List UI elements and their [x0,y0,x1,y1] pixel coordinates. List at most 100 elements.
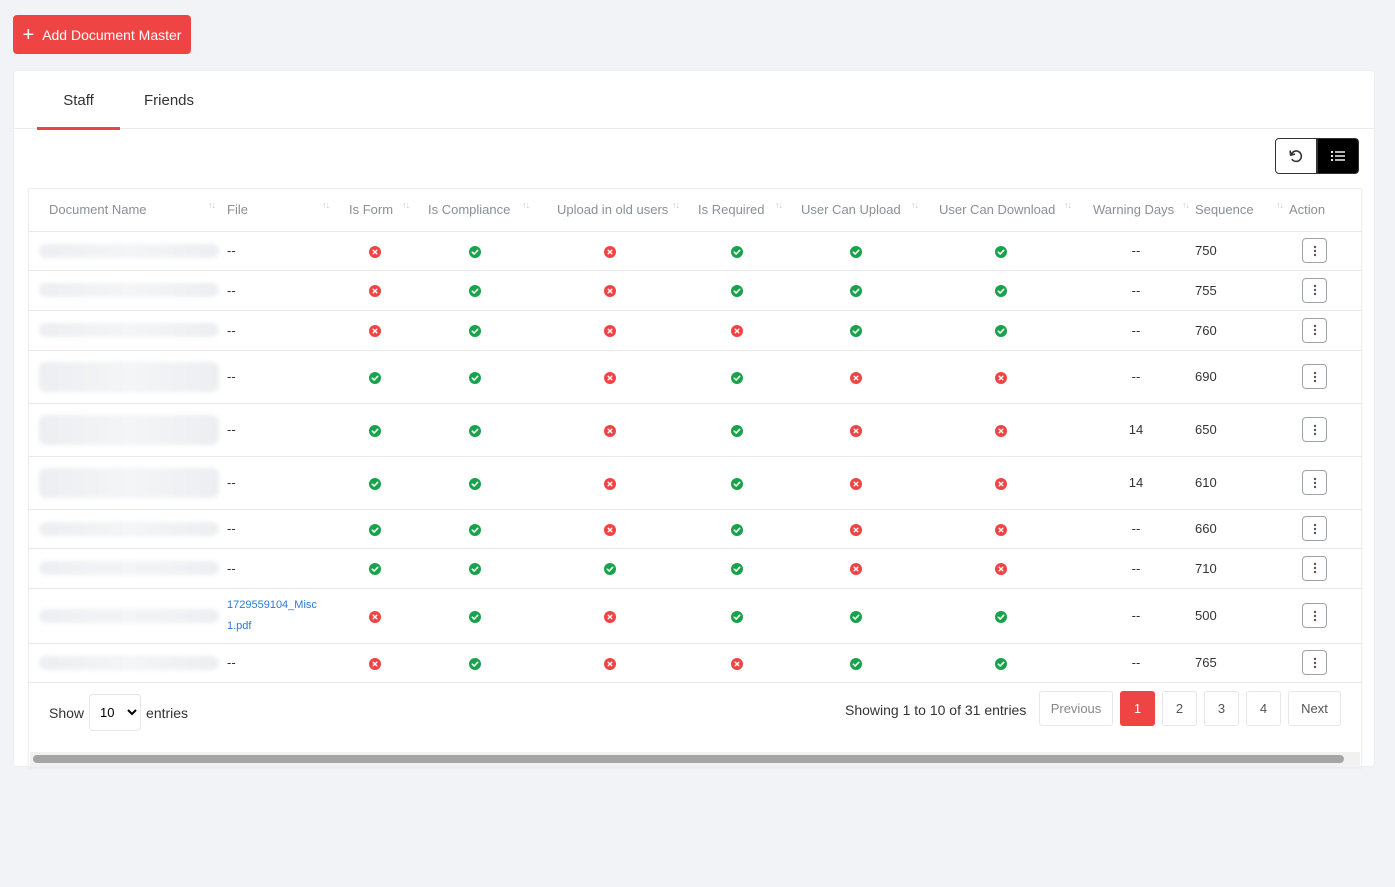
x-circle-icon [730,325,743,338]
file-link-part: 1729559104_Misc [227,598,317,611]
add-document-master-button[interactable]: + Add Document Master [13,15,191,54]
check-circle-icon [730,563,743,576]
page-1-button[interactable]: 1 [1120,691,1155,726]
row-actions-button[interactable] [1302,238,1327,263]
check-circle-icon [469,424,481,437]
sequence-value: 690 [1195,369,1217,384]
is-required-cell [685,231,788,271]
row-actions-button[interactable] [1302,516,1327,541]
sort-icon[interactable]: ↑↓ [1276,200,1284,210]
can-upload-cell [788,548,924,589]
column-list-button[interactable] [1317,138,1359,174]
is-form-cell [335,310,415,351]
table-row: -- -- 750 [29,231,1362,271]
column-header[interactable]: User Can Upload ↑↓ [788,189,924,232]
row-actions-button[interactable] [1302,650,1327,675]
sort-icon[interactable]: ↑↓ [402,200,410,210]
check-circle-icon [469,371,481,384]
file-value: -- [227,322,236,338]
column-header[interactable]: Is Required ↑↓ [685,189,788,232]
sort-icon[interactable]: ↑↓ [208,200,216,210]
horizontal-scrollbar[interactable] [30,752,1360,766]
tab-staff[interactable]: Staff [37,71,120,130]
previous-page-button[interactable]: Previous [1039,691,1113,726]
table-row: -- -- 690 [29,350,1362,404]
is-compliance-cell [415,548,535,589]
table-row: -- -- 710 [29,548,1362,589]
sequence-cell: 755 [1195,270,1289,311]
column-header[interactable]: Is Form ↑↓ [335,189,415,232]
scrollbar-thumb[interactable] [33,755,1344,763]
sort-icon[interactable]: ↑↓ [1182,200,1190,210]
page-2-button[interactable]: 2 [1162,691,1197,726]
check-circle-icon [604,563,616,576]
file-cell: -- [221,403,335,457]
warning-days-value: -- [1131,560,1141,576]
table-footer: Show 10 entries Showing 1 to 10 of 31 en… [29,680,1361,740]
next-page-button[interactable]: Next [1288,691,1341,726]
redacted-document-name [39,561,219,575]
can-download-cell [924,270,1077,311]
is-required-cell [685,643,788,683]
sort-icon[interactable]: ↑↓ [1064,200,1072,210]
refresh-button[interactable] [1275,138,1317,174]
row-actions-button[interactable] [1302,277,1327,303]
can-download-cell [924,310,1077,351]
column-header[interactable]: Warning Days ↑↓ [1077,189,1195,232]
file-cell: -- [221,231,335,271]
warning-days-value: -- [1131,521,1141,536]
sort-icon[interactable]: ↑↓ [522,200,530,210]
row-actions-button[interactable] [1302,555,1327,581]
check-circle-icon [730,477,743,490]
column-header[interactable]: File ↑↓ [221,189,335,232]
x-circle-icon [994,371,1007,384]
column-header[interactable]: User Can Download ↑↓ [924,189,1077,232]
is-form-cell [335,643,415,683]
document-name-cell [29,643,221,683]
can-download-cell [924,548,1077,589]
page-size-select[interactable]: 10 [89,694,142,731]
sequence-value: 750 [1195,243,1217,258]
row-actions-button[interactable] [1302,317,1327,343]
warning-days-cell: -- [1077,270,1195,311]
page-4-button[interactable]: 4 [1246,691,1281,726]
add-document-master-label: Add Document Master [42,26,182,43]
sequence-cell: 710 [1195,548,1289,589]
row-actions-button[interactable] [1302,603,1327,628]
sequence-value: 660 [1195,521,1217,536]
row-actions-button[interactable] [1302,417,1327,442]
column-header[interactable]: Upload in old users ↑↓ [535,189,685,232]
sort-icon[interactable]: ↑↓ [775,200,783,210]
check-circle-icon [850,610,862,623]
is-required-cell [685,588,788,644]
upload-old-cell [535,270,685,311]
sort-icon[interactable]: ↑↓ [911,200,919,210]
x-circle-icon [604,285,616,298]
file-value: -- [227,369,236,384]
check-circle-icon [369,424,381,437]
documents-table: Document Name ↑↓ File ↑↓ Is Form ↑↓ Is Complia… [29,189,1362,683]
file-link[interactable]: 1729559104_Misc 1.pdf [227,599,317,632]
more-vertical-icon [1313,657,1316,668]
x-circle-icon [850,371,862,384]
check-circle-icon [850,245,862,258]
sort-icon[interactable]: ↑↓ [322,200,330,210]
row-actions-button[interactable] [1302,364,1327,389]
row-actions-button[interactable] [1302,470,1327,495]
column-header[interactable]: Sequence ↑↓ [1195,189,1289,232]
warning-days-cell: -- [1077,310,1195,351]
document-name-cell [29,548,221,589]
check-circle-icon [469,477,481,490]
column-header[interactable]: Document Name ↑↓ [29,189,221,232]
tab-friends[interactable]: Friends [129,71,209,129]
sort-icon[interactable]: ↑↓ [672,200,680,210]
redacted-document-name [39,608,219,623]
is-form-cell [335,231,415,271]
warning-days-value: -- [1131,322,1141,338]
column-header[interactable]: Is Compliance ↑↓ [415,189,535,232]
upload-old-cell [535,310,685,351]
check-circle-icon [994,245,1007,258]
x-circle-icon [604,477,616,490]
x-circle-icon [369,285,381,298]
page-3-button[interactable]: 3 [1204,691,1239,726]
